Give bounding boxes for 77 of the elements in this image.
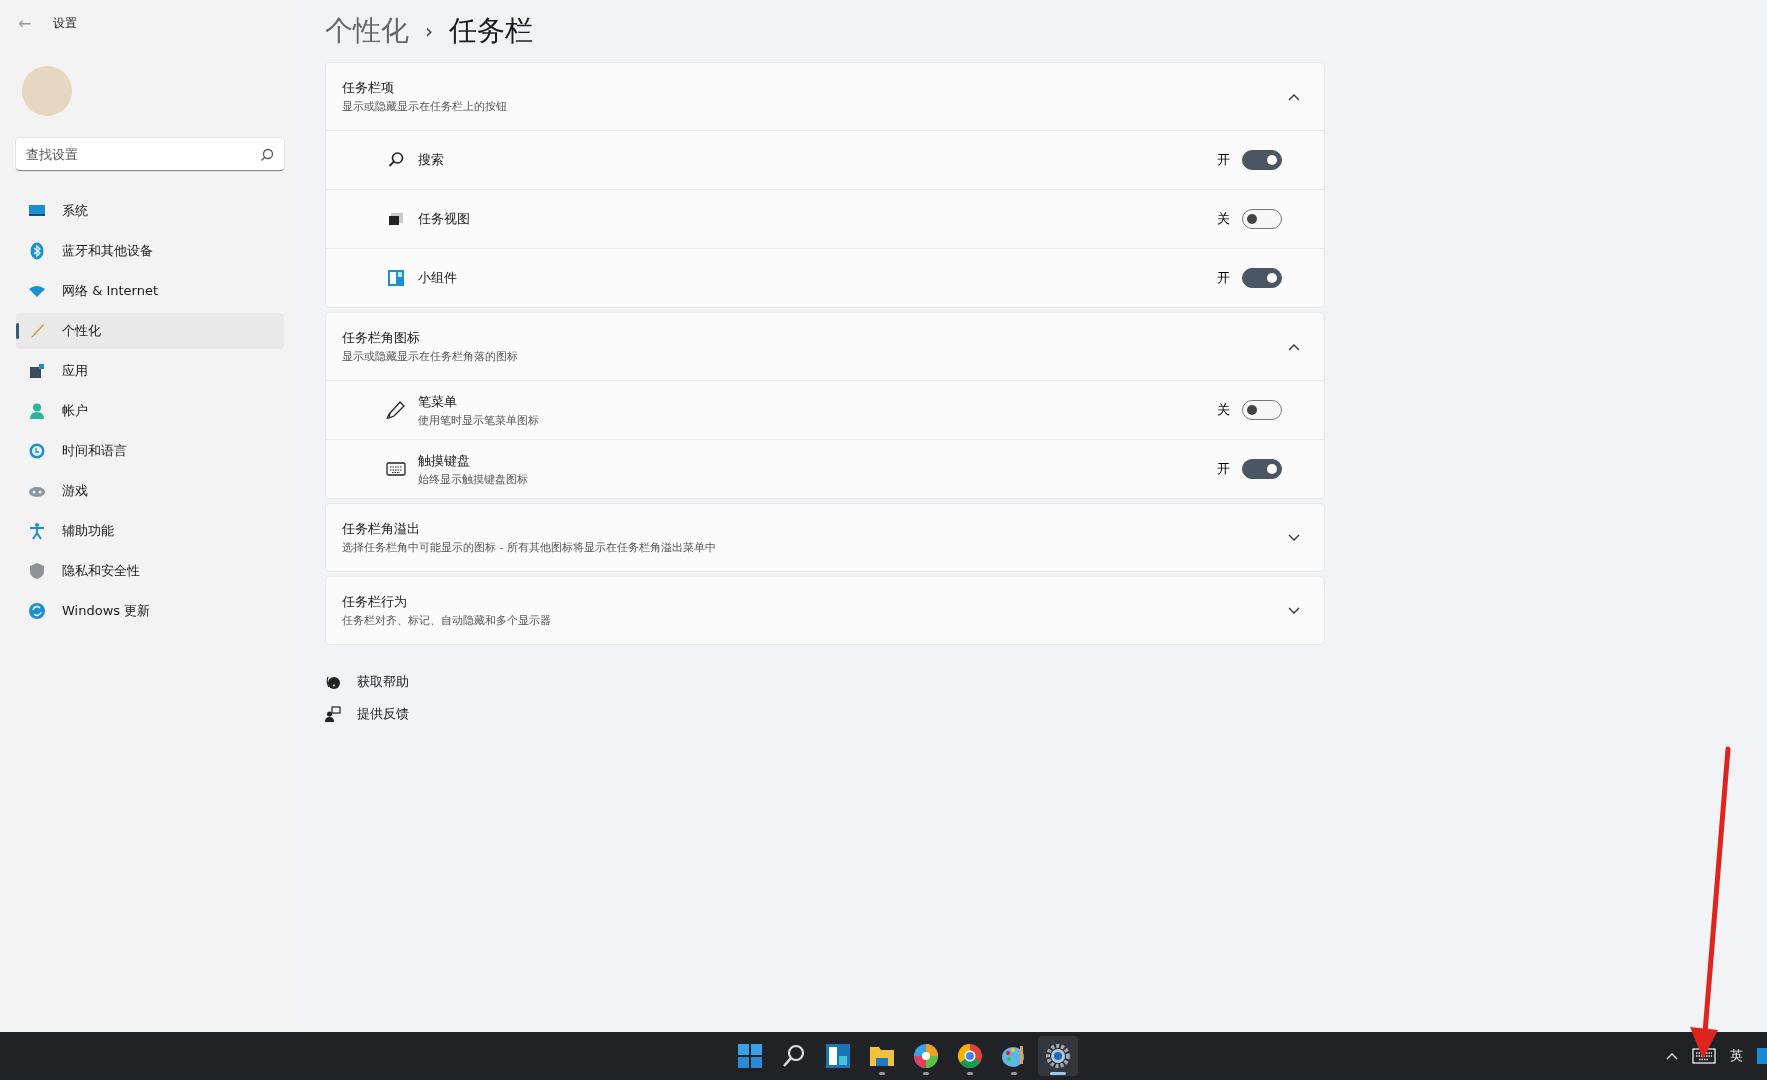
browser-icon [956, 1043, 983, 1069]
toggle-state-label: 关 [1217, 401, 1230, 419]
search-field[interactable]: 查找设置 [16, 138, 284, 171]
nav-item[interactable]: 应用 [16, 353, 284, 389]
widgets-icon [824, 1043, 851, 1069]
shield-icon [28, 562, 46, 580]
toggle-state-label: 开 [1217, 460, 1230, 478]
nav-item[interactable]: 系统 [16, 193, 284, 229]
apps-icon [28, 362, 46, 380]
chevron-up-icon [1288, 342, 1300, 351]
widgets-icon [386, 268, 406, 288]
account-icon [28, 402, 46, 420]
brush-icon [28, 322, 46, 340]
taskbar-app-button[interactable] [1037, 1036, 1078, 1076]
breadcrumb-separator: › [425, 19, 433, 43]
nav-item[interactable]: 隐私和安全性 [16, 553, 284, 589]
nav-item[interactable]: 帐户 [16, 393, 284, 429]
setting-label: 搜索 [418, 151, 445, 169]
link[interactable]: 提供反馈 [357, 705, 409, 723]
nav-item[interactable]: 个性化 [16, 313, 284, 349]
bluetooth-icon [28, 242, 46, 260]
nav-item[interactable]: 网络 & Internet [16, 273, 284, 309]
search-icon [780, 1043, 807, 1069]
toggle-state-label: 开 [1217, 151, 1230, 169]
section-description: 显示或隐藏显示在任务栏角落的图标 [342, 349, 519, 364]
time-icon [28, 442, 46, 460]
section-title: 任务栏角溢出 [342, 520, 421, 538]
section-title: 任务栏行为 [342, 593, 408, 611]
keyboard-icon[interactable] [1692, 1048, 1716, 1064]
toggle-state-label: 关 [1217, 210, 1230, 228]
chevron-up-icon [1288, 92, 1300, 101]
windows-logo-icon [736, 1043, 763, 1069]
section-header[interactable]: 任务栏项 显示或隐藏显示在任务栏上的按钮 [326, 63, 1324, 130]
section-description: 任务栏对齐、标记、自动隐藏和多个显示器 [342, 613, 552, 628]
settings-icon [1044, 1043, 1071, 1069]
avatar [22, 66, 72, 116]
nav-item[interactable]: 游戏 [16, 473, 284, 509]
setting-description: 始终显示触摸键盘图标 [418, 471, 529, 487]
section-title: 任务栏项 [342, 79, 395, 97]
input-language-indicator[interactable]: 英 [1730, 1047, 1743, 1065]
setting-label: 任务视图 [418, 210, 471, 228]
keyboard-icon [386, 459, 406, 479]
nav-item[interactable]: 时间和语言 [16, 433, 284, 469]
toggle-switch[interactable] [1242, 209, 1282, 229]
toggle-switch[interactable] [1242, 268, 1282, 288]
link[interactable]: 获取帮助 [357, 673, 409, 691]
help-icon [325, 674, 341, 690]
section-header[interactable]: 任务栏角溢出 选择任务栏角中可能显示的图标 - 所有其他图标将显示在任务栏角溢出菜单中 [326, 504, 1324, 571]
search-icon [260, 148, 274, 162]
chevron-up-icon[interactable] [1666, 1052, 1678, 1060]
chevron-down-icon [1288, 533, 1300, 542]
toggle-state-label: 开 [1217, 269, 1230, 287]
section-header[interactable]: 任务栏行为 任务栏对齐、标记、自动隐藏和多个显示器 [326, 577, 1324, 644]
toggle-switch[interactable] [1242, 400, 1282, 420]
setting-label: 触摸键盘 [418, 451, 471, 470]
pinwheel-icon [912, 1043, 939, 1069]
breadcrumb-link[interactable]: 个性化 [325, 12, 409, 50]
section-description: 显示或隐藏显示在任务栏上的按钮 [342, 99, 508, 114]
page-title: 任务栏 [449, 13, 533, 49]
palette-icon [1000, 1043, 1027, 1069]
access-icon [28, 522, 46, 540]
nav-item[interactable]: 蓝牙和其他设备 [16, 233, 284, 269]
section-header[interactable]: 任务栏角图标 显示或隐藏显示在任务栏角落的图标 [326, 313, 1324, 380]
setting-label: 笔菜单 [418, 392, 458, 411]
toggle-switch[interactable] [1242, 150, 1282, 170]
feedback-icon [325, 706, 341, 722]
window-title: 设置 [53, 14, 78, 32]
chevron-down-icon [1288, 606, 1300, 615]
setting-label: 小组件 [418, 269, 458, 287]
nav-item[interactable]: 辅助功能 [16, 513, 284, 549]
update-icon [28, 602, 46, 620]
toggle-switch[interactable] [1242, 459, 1282, 479]
pen-icon [386, 400, 406, 420]
section-description: 选择任务栏角中可能显示的图标 - 所有其他图标将显示在任务栏角溢出菜单中 [342, 540, 717, 555]
nav-item[interactable]: Windows 更新 [16, 593, 284, 629]
section-title: 任务栏角图标 [342, 329, 421, 347]
setting-description: 使用笔时显示笔菜单图标 [418, 412, 540, 428]
